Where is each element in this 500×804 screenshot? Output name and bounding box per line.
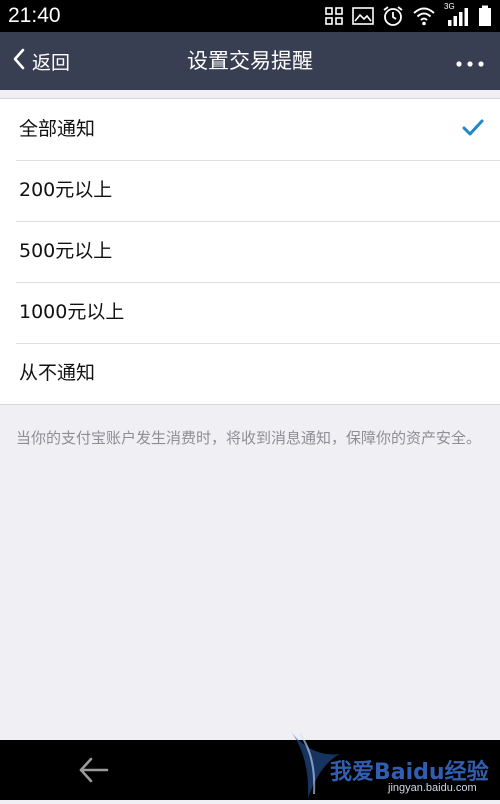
option-label: 500元以上 [19, 240, 113, 262]
grid-icon [324, 6, 344, 26]
notification-options-list: 全部通知 200元以上 500元以上 1000元以上 从不通知 [0, 98, 500, 405]
wifi-icon [412, 6, 436, 26]
back-arrow-icon[interactable] [78, 756, 110, 788]
system-nav-bar [0, 740, 500, 800]
option-above-500[interactable]: 500元以上 [0, 221, 500, 282]
more-button[interactable] [452, 32, 488, 90]
more-dots-icon [456, 52, 484, 71]
alarm-icon [382, 5, 404, 27]
status-bar: 21:40 3G [0, 0, 500, 32]
signal-icon: 3G [444, 2, 470, 27]
footnote-text: 当你的支付宝账户发生消费时，将收到消息通知，保障你的资产安全。 [16, 429, 482, 447]
status-icons: 3G [324, 2, 492, 28]
signal-network-label: 3G [444, 2, 455, 11]
back-button[interactable]: 返回 [12, 32, 70, 90]
nav-bar: 返回 设置交易提醒 [0, 32, 500, 90]
chevron-left-icon [12, 48, 26, 74]
option-label: 从不通知 [19, 362, 96, 384]
option-label: 200元以上 [19, 179, 113, 201]
option-never-notify[interactable]: 从不通知 [0, 343, 500, 404]
page-title: 设置交易提醒 [187, 49, 313, 73]
option-label: 全部通知 [19, 118, 96, 140]
image-icon [352, 6, 374, 26]
option-all-notify[interactable]: 全部通知 [0, 99, 500, 160]
back-label: 返回 [32, 51, 71, 74]
option-above-200[interactable]: 200元以上 [0, 160, 500, 221]
option-label: 1000元以上 [19, 301, 125, 323]
status-time: 21:40 [8, 4, 61, 27]
battery-icon [478, 5, 492, 27]
check-icon [462, 119, 484, 141]
option-above-1000[interactable]: 1000元以上 [0, 282, 500, 343]
